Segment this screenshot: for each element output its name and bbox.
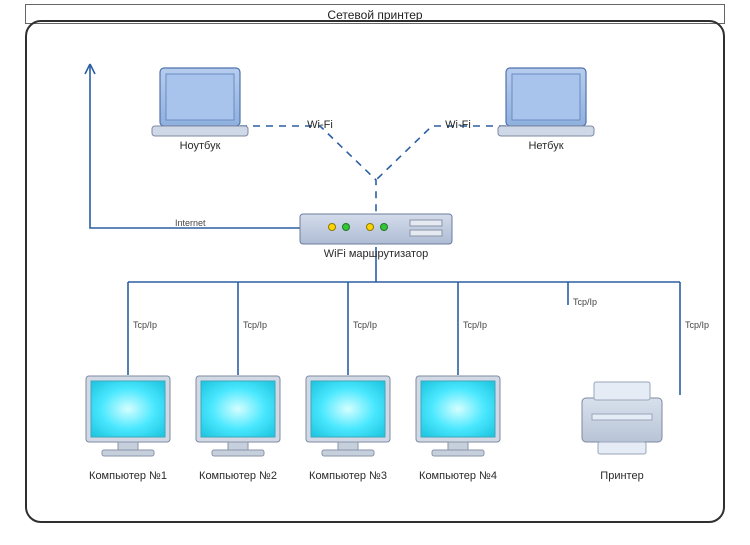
tcpip-label-5: Tcp/Ip	[573, 297, 597, 307]
laptop-label: Ноутбук	[160, 140, 240, 152]
printer-label: Принтер	[582, 470, 662, 482]
internet-label: Internet	[175, 218, 206, 228]
tcpip-label-1: Tcp/Ip	[133, 320, 157, 330]
diagram-stage: Сетевой принтер	[0, 0, 750, 545]
tcpip-label-2: Tcp/Ip	[243, 320, 267, 330]
wifi-left-label: Wi-Fi	[300, 119, 340, 131]
pc2-label: Компьютер №2	[188, 470, 288, 482]
pc3-label: Компьютер №3	[298, 470, 398, 482]
pc4-label: Компьютер №4	[408, 470, 508, 482]
router-label: WiFi маршрутизатор	[306, 248, 446, 260]
netbook-label: Нетбук	[506, 140, 586, 152]
diagram-border	[25, 20, 725, 523]
tcpip-label-4: Tcp/Ip	[463, 320, 487, 330]
wifi-right-label: Wi-Fi	[438, 119, 478, 131]
pc1-label: Компьютер №1	[78, 470, 178, 482]
tcpip-label-3: Tcp/Ip	[353, 320, 377, 330]
tcpip-label-6: Tcp/Ip	[685, 320, 709, 330]
